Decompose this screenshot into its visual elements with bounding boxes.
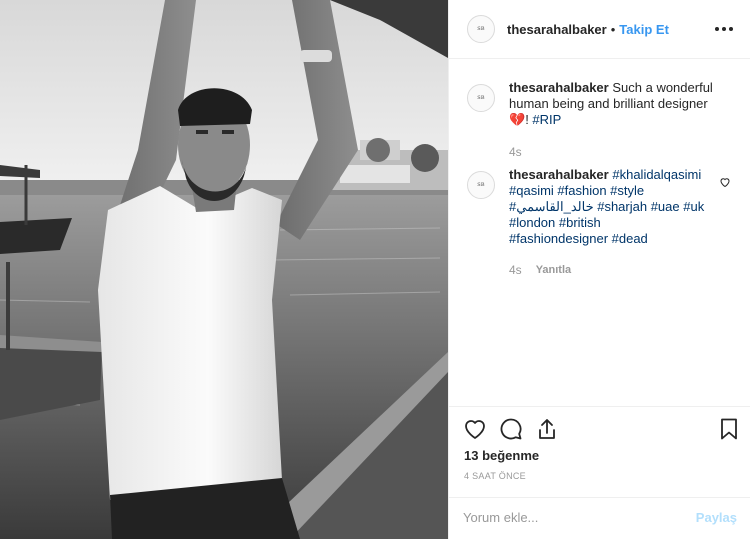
post-timestamp[interactable]: 4 SAAT ÖNCE <box>464 471 526 481</box>
list-item: SB thesarahalbaker #khalidalqasimi #qasi… <box>467 167 743 247</box>
post-actions: 13 beğenme 4 SAAT ÖNCE Paylaş <box>449 406 750 536</box>
hashtag-link[interactable]: #qasimi #fashion #style <box>509 183 644 198</box>
instagram-post: SB thesarahalbaker • Takip Et SB thesara… <box>0 0 750 539</box>
comment-body: thesarahalbaker #khalidalqasimi #qasimi … <box>509 167 719 247</box>
comment-username[interactable]: thesarahalbaker <box>509 80 609 95</box>
hashtag-link[interactable]: #london #british <box>509 215 601 230</box>
post-side-panel: SB thesarahalbaker • Takip Et SB thesara… <box>448 0 750 539</box>
avatar[interactable]: SB <box>467 84 495 112</box>
comment-body: thesarahalbaker Such a wonderful human b… <box>509 80 719 128</box>
post-photo[interactable] <box>0 0 448 539</box>
comment-input[interactable] <box>463 510 696 525</box>
more-dot <box>722 27 726 31</box>
avatar[interactable]: SB <box>467 15 495 43</box>
hashtag-link[interactable]: #RIP <box>532 112 561 127</box>
caption-comment: SB thesarahalbaker Such a wonderful huma… <box>467 80 743 128</box>
comment-icon[interactable] <box>499 417 523 441</box>
avatar[interactable]: SB <box>467 171 495 199</box>
likes-count[interactable]: 13 beğenme <box>464 448 539 463</box>
comment-meta: 4s <box>509 145 522 159</box>
more-dot <box>715 27 719 31</box>
bookmark-icon[interactable] <box>717 417 741 441</box>
comments-list[interactable]: SB thesarahalbaker Such a wonderful huma… <box>449 60 750 405</box>
comment-meta: 4s Yanıtla <box>509 263 571 277</box>
comment-username[interactable]: thesarahalbaker <box>509 167 609 182</box>
more-dot <box>729 27 733 31</box>
share-icon[interactable] <box>535 417 559 441</box>
post-photo-image <box>0 0 448 539</box>
separator-dot: • <box>610 21 616 37</box>
follow-button[interactable]: Takip Et <box>619 22 669 37</box>
comment-time[interactable]: 4s <box>509 145 522 159</box>
post-comment-button[interactable]: Paylaş <box>696 510 737 525</box>
add-comment-bar: Paylaş <box>449 497 750 537</box>
hashtag-link[interactable]: #khalidalqasimi <box>612 167 701 182</box>
avatar-logo: SB <box>477 95 485 101</box>
broken-heart-emoji: 💔 <box>509 112 526 127</box>
action-icons <box>463 417 741 443</box>
more-options-icon[interactable] <box>715 20 733 38</box>
like-comment-heart-icon[interactable] <box>719 176 731 188</box>
avatar-logo: SB <box>477 182 485 188</box>
hashtag-link[interactable]: #خالد_القاسمي #sharjah #uae #uk <box>509 199 704 214</box>
heart-icon[interactable] <box>463 417 487 441</box>
avatar-logo: SB <box>477 26 485 32</box>
post-header: SB thesarahalbaker • Takip Et <box>449 0 750 59</box>
reply-button[interactable]: Yanıtla <box>536 264 571 276</box>
hashtag-link[interactable]: #fashiondesigner #dead <box>509 231 648 246</box>
username-link[interactable]: thesarahalbaker <box>507 22 607 37</box>
comment-time[interactable]: 4s <box>509 263 522 277</box>
